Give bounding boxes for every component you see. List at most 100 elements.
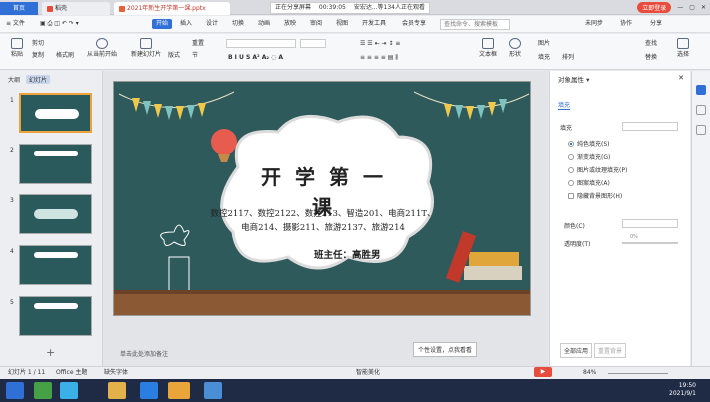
- missing-font-button[interactable]: 缺失字体: [104, 367, 128, 379]
- cut-button[interactable]: 剪切: [32, 40, 44, 48]
- command-search-input[interactable]: 查找命令、搜索模板: [440, 19, 510, 30]
- tab-fill[interactable]: 填充: [558, 100, 571, 110]
- copy-button[interactable]: 复制: [32, 52, 44, 60]
- slide-number: 1: [10, 97, 14, 104]
- menu-bar: ≡ 文件 ▣ ⎙ ◫ ↶ ↷ ▾ 开始 插入 设计 切换 动画 放映 审阅 视图…: [0, 16, 710, 33]
- section-button[interactable]: 节: [192, 52, 198, 60]
- share-time: 00:39:05: [318, 4, 346, 11]
- side-toolbar: [691, 71, 710, 366]
- close-icon[interactable]: ✕: [701, 4, 706, 11]
- pattern-fill-radio[interactable]: 图案填充(A): [568, 178, 610, 187]
- solid-fill-radio[interactable]: 纯色填充(S): [568, 139, 610, 148]
- zoom-slider[interactable]: [608, 373, 668, 374]
- select-button[interactable]: 选择: [672, 38, 694, 58]
- ppt-file-icon: [119, 5, 125, 12]
- menu-member[interactable]: 会员专享: [402, 19, 426, 29]
- menu-developer[interactable]: 开发工具: [362, 19, 386, 29]
- quick-access-icons[interactable]: ▣ ⎙ ◫ ↶ ↷ ▾: [40, 19, 79, 29]
- format-painter-button[interactable]: 格式刷: [56, 52, 74, 60]
- find-button[interactable]: 查找: [645, 40, 657, 48]
- menu-transitions[interactable]: 切换: [232, 19, 244, 29]
- maximize-icon[interactable]: ▢: [689, 4, 695, 11]
- add-slide-icon[interactable]: +: [46, 346, 55, 359]
- transparency-slider[interactable]: [622, 242, 678, 244]
- top-right-controls: 立即登录 — ▢ ✕: [637, 2, 706, 13]
- picture-fill-radio[interactable]: 图片或纹理填充(P): [568, 165, 627, 174]
- style-icon[interactable]: [696, 105, 706, 115]
- align-buttons[interactable]: ≡ ≡ ≡ ≡ ▤ ⫼: [360, 54, 398, 62]
- minimize-icon[interactable]: —: [677, 4, 683, 11]
- font-format-buttons[interactable]: B I U S A² A₂ ◌ A: [228, 54, 283, 62]
- layout-button[interactable]: 版式: [168, 52, 180, 60]
- reset-button[interactable]: 重置: [192, 40, 204, 48]
- new-slide-button[interactable]: 新建幻灯片: [128, 38, 164, 58]
- menu-slideshow[interactable]: 放映: [284, 19, 296, 29]
- menu-view[interactable]: 视图: [336, 19, 348, 29]
- picture-button[interactable]: 图片: [538, 40, 550, 48]
- fill-type-select[interactable]: [622, 122, 678, 131]
- reset-background-button[interactable]: 重置背景: [594, 343, 627, 358]
- font-name-select[interactable]: [226, 39, 296, 48]
- menu-animations[interactable]: 动画: [258, 19, 270, 29]
- tab-bar: 首页 稻壳 2021年新生开学第一课.pptx 正在分享屏幕 00:39:05 …: [0, 0, 710, 15]
- personalize-tooltip: 个性设置，点我看看: [413, 342, 478, 357]
- arrange-button[interactable]: 排列: [562, 54, 574, 62]
- replace-button[interactable]: 替换: [645, 54, 657, 62]
- collaborate-button[interactable]: 协作: [620, 19, 632, 29]
- smart-beautify-button[interactable]: 智能美化: [356, 367, 380, 379]
- folder-icon[interactable]: [108, 382, 126, 399]
- browser-icon[interactable]: [60, 382, 78, 399]
- tab-home[interactable]: 首页: [0, 2, 38, 15]
- wps-icon[interactable]: [140, 382, 158, 399]
- zoom-level[interactable]: 84%: [583, 367, 596, 379]
- menu-design[interactable]: 设计: [206, 19, 218, 29]
- tab-slides[interactable]: 幻灯片: [26, 75, 51, 84]
- slide-thumbnail-5[interactable]: [19, 296, 92, 336]
- active-app-icon[interactable]: [168, 382, 190, 399]
- color-picker[interactable]: [622, 219, 678, 228]
- fill-button[interactable]: 填充: [538, 54, 550, 62]
- paste-button[interactable]: 粘贴: [6, 38, 28, 58]
- slide-number: 3: [10, 197, 14, 204]
- menu-home[interactable]: 开始: [152, 19, 173, 29]
- share-button[interactable]: 分享: [650, 19, 662, 29]
- app-icon[interactable]: [34, 382, 52, 399]
- paragraph-buttons[interactable]: ☰ ☰ ⇤ ⇥ ↕ ≡: [360, 40, 400, 48]
- slideshow-play-button[interactable]: ▶: [534, 367, 552, 377]
- slide-thumbnail-pane: 大纲 幻灯片 1 2 3 4 5 +: [0, 71, 103, 366]
- menu-insert[interactable]: 插入: [180, 19, 192, 29]
- docer-icon: [47, 5, 53, 12]
- slide-main[interactable]: 开学第一课 数控2117、数控2122、数控213、智造201、电商211T、 …: [113, 81, 531, 316]
- slide-number: 4: [10, 248, 14, 255]
- notes-area[interactable]: 单击此处添加备注: [103, 345, 548, 365]
- clipboard-icon: [11, 38, 23, 49]
- window-icon[interactable]: [204, 382, 222, 399]
- play-from-current-button[interactable]: 从当前开始: [82, 38, 122, 58]
- sync-status[interactable]: 未同步: [585, 19, 603, 29]
- slide-thumbnail-2[interactable]: [19, 144, 92, 184]
- textbox-button[interactable]: 文本框: [476, 38, 500, 58]
- slide-thumbnail-3[interactable]: [19, 194, 92, 234]
- hide-background-checkbox[interactable]: 隐藏背景图形(H): [568, 191, 622, 200]
- menu-file[interactable]: ≡ 文件: [6, 19, 25, 29]
- close-icon[interactable]: ✕: [678, 74, 684, 82]
- slide-thumbnail-4[interactable]: [19, 245, 92, 285]
- pane-title[interactable]: 对象属性 ▾: [558, 74, 589, 84]
- play-icon: [96, 38, 108, 49]
- gradient-fill-radio[interactable]: 渐变填充(G): [568, 152, 610, 161]
- properties-icon[interactable]: [696, 85, 706, 95]
- animation-icon[interactable]: [696, 125, 706, 135]
- screen-share-bar: 正在分享屏幕 00:39:05 安宏达...等134人正在观看: [270, 2, 430, 14]
- tab-document[interactable]: 2021年新生开学第一课.pptx: [114, 2, 230, 15]
- login-button[interactable]: 立即登录: [637, 2, 672, 13]
- menu-review[interactable]: 审阅: [310, 19, 322, 29]
- teacher-name: 班主任：高胜男: [314, 250, 381, 261]
- font-size-select[interactable]: [300, 39, 326, 48]
- slide-thumbnail-1[interactable]: [19, 93, 92, 133]
- system-clock: 19:50 2021/9/1: [669, 382, 696, 397]
- start-icon[interactable]: [6, 382, 24, 399]
- shape-button[interactable]: 形状: [504, 38, 526, 58]
- apply-all-button[interactable]: 全部应用: [560, 343, 593, 358]
- tab-docer[interactable]: 稻壳: [42, 2, 110, 15]
- tab-outline[interactable]: 大纲: [8, 75, 20, 84]
